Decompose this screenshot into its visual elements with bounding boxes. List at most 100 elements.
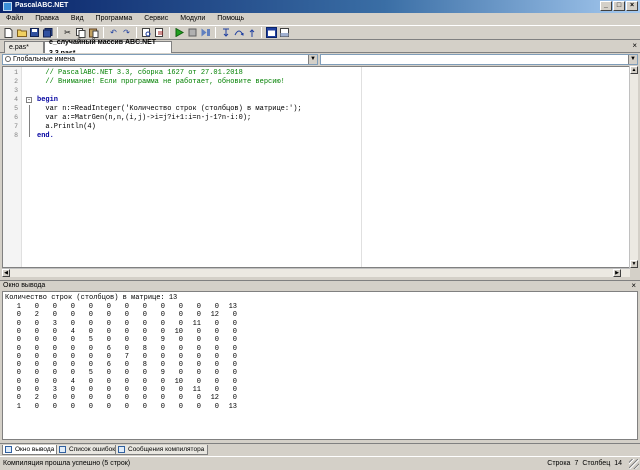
matrix-cell: 0	[106, 394, 111, 403]
fold-toggle-icon[interactable]: -	[26, 97, 32, 103]
menu-program[interactable]: Программа	[90, 13, 139, 25]
matrix-cell: 0	[178, 394, 183, 403]
minimize-button[interactable]: _	[600, 1, 612, 11]
matrix-cell: 0	[34, 336, 39, 345]
matrix-cell: 0	[214, 303, 219, 311]
step-out-icon[interactable]	[246, 27, 257, 38]
scroll-up-icon[interactable]: ▲	[630, 66, 638, 74]
member-combo[interactable]: ▼	[320, 54, 638, 65]
matrix-cell: 0	[34, 344, 39, 353]
matrix-cell: 6	[106, 344, 111, 353]
new-file-icon[interactable]	[3, 27, 14, 38]
matrix-cell: 0	[196, 402, 201, 411]
matrix-cell: 0	[178, 344, 183, 353]
scroll-right-icon[interactable]: ▶	[613, 269, 621, 277]
tab-compiler-messages[interactable]: Сообщения компилятора	[115, 445, 209, 455]
matrix-cell: 0	[178, 319, 183, 328]
matrix-cell: 0	[214, 402, 219, 411]
open-folder-icon[interactable]	[16, 27, 27, 38]
code-editor[interactable]: 1 // PascalABC.NET 3.3, сборка 1627 от 2…	[2, 66, 630, 268]
output-window[interactable]: Количество строк (столбцов) в матрице: 1…	[2, 291, 638, 440]
matrix-cell: 0	[178, 336, 183, 345]
matrix-cell: 0	[70, 303, 75, 311]
editor-horizontal-scrollbar[interactable]: ◀ ▶	[2, 268, 630, 277]
matrix-cell: 0	[106, 327, 111, 336]
matrix-cell: 0	[52, 369, 57, 378]
line-number: 5	[14, 105, 18, 112]
scroll-down-icon[interactable]: ▼	[630, 260, 638, 268]
compiler-messages-icon	[118, 446, 125, 453]
close-button[interactable]: ×	[626, 1, 638, 11]
matrix-cell: 11	[192, 319, 201, 328]
matrix-cell: 0	[142, 319, 147, 328]
tab-e-pas[interactable]: e.pas*	[4, 41, 44, 53]
scroll-left-icon[interactable]: ◀	[2, 269, 10, 277]
resize-grip[interactable]	[629, 459, 639, 469]
close-tab-icon[interactable]: ×	[632, 41, 637, 50]
matrix-cell: 0	[70, 352, 75, 361]
bottom-panel-tabs: Окно вывода Список ошибок Сообщения комп…	[0, 443, 640, 455]
matrix-cell: 0	[88, 386, 93, 394]
matrix-cell: 0	[232, 352, 237, 361]
matrix-cell: 0	[124, 327, 129, 336]
scope-combo[interactable]: Глобальные имена ▼	[2, 54, 318, 65]
line-number: 4	[14, 96, 18, 103]
matrix-cell: 0	[142, 336, 147, 345]
menu-service[interactable]: Сервис	[138, 13, 174, 25]
matrix-cell: 0	[52, 361, 57, 370]
step-over-icon[interactable]	[233, 27, 244, 38]
debug-icon[interactable]	[200, 27, 211, 38]
matrix-cell: 1	[16, 402, 21, 411]
matrix-cell: 0	[124, 311, 129, 320]
output-window-icon[interactable]	[266, 27, 277, 38]
matrix-cell: 0	[214, 319, 219, 328]
line-number: 8	[14, 132, 18, 139]
matrix-cell: 0	[52, 303, 57, 311]
matrix-cell: 0	[178, 352, 183, 361]
matrix-cell: 0	[52, 394, 57, 403]
stop-icon[interactable]	[187, 27, 198, 38]
chevron-down-icon[interactable]: ▼	[628, 55, 637, 64]
matrix-cell: 0	[196, 303, 201, 311]
matrix-cell: 0	[70, 361, 75, 370]
menu-help[interactable]: Помощь	[211, 13, 250, 25]
code-line: begin	[37, 96, 59, 104]
matrix-cell: 0	[196, 311, 201, 320]
matrix-cell: 0	[106, 369, 111, 378]
tab-error-list[interactable]: Список ошибок	[56, 445, 120, 455]
menu-modules[interactable]: Модули	[174, 13, 211, 25]
editor-vertical-scrollbar[interactable]: ▲ ▼	[629, 66, 638, 268]
matrix-cell: 0	[88, 303, 93, 311]
matrix-cell: 0	[232, 311, 237, 320]
file-tabs: e.pas* e_случайный массив ABC.NET 3.3.pa…	[0, 39, 640, 57]
output-panel-header: Окно вывода ×	[0, 280, 640, 290]
code-line: var n:=ReadInteger('Количество строк (ст…	[37, 105, 302, 113]
matrix-cell: 0	[214, 369, 219, 378]
col-label: Столбец	[582, 460, 611, 467]
matrix-cell: 0	[34, 386, 39, 394]
step-into-icon[interactable]	[220, 27, 231, 38]
matrix-cell: 0	[124, 377, 129, 386]
matrix-cell: 0	[142, 327, 147, 336]
run-icon[interactable]	[174, 27, 185, 38]
chevron-down-icon[interactable]: ▼	[308, 55, 317, 64]
matrix-cell: 13	[228, 402, 237, 411]
toggle-panel-icon[interactable]	[279, 27, 290, 38]
matrix-cell: 0	[16, 377, 21, 386]
matrix-cell: 0	[196, 361, 201, 370]
matrix-cell: 0	[16, 394, 21, 403]
code-line: a.Println(4)	[37, 123, 96, 131]
menu-view[interactable]: Вид	[65, 13, 90, 25]
matrix-cell: 0	[70, 319, 75, 328]
maximize-button[interactable]: □	[613, 1, 625, 11]
menu-file[interactable]: Файл	[0, 13, 29, 25]
save-icon[interactable]	[29, 27, 40, 38]
tab-output-window[interactable]: Окно вывода	[2, 445, 59, 455]
close-icon[interactable]: ×	[631, 281, 636, 290]
matrix-cell: 0	[70, 394, 75, 403]
matrix-cell: 0	[142, 303, 147, 311]
menu-edit[interactable]: Правка	[29, 13, 65, 25]
matrix-cell: 12	[210, 311, 219, 320]
line-number: 2	[14, 78, 18, 85]
matrix-cell: 5	[88, 336, 93, 345]
